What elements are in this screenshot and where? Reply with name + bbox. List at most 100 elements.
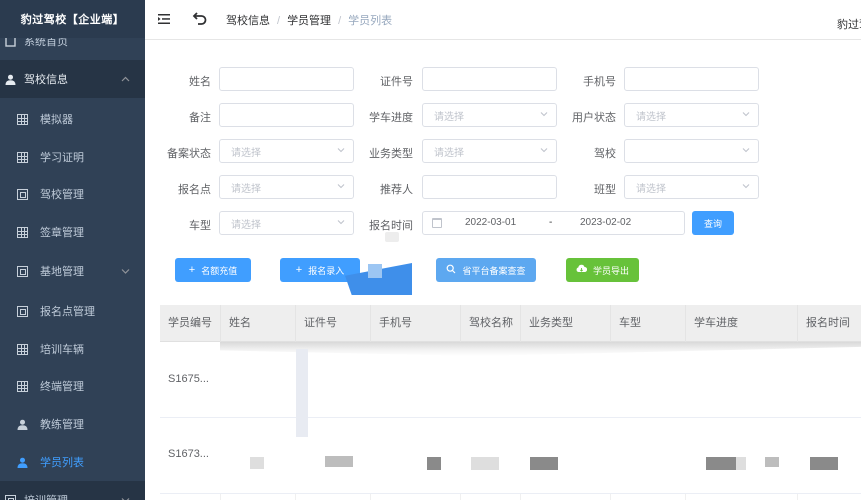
quota-recharge-label: 名额充值 <box>201 265 238 276</box>
referrer-label: 推荐人 <box>380 184 413 196</box>
id-number-input[interactable] <box>422 67 557 91</box>
remark-label: 备注 <box>189 112 211 124</box>
scan-artifact <box>385 232 399 242</box>
chevron-down-icon <box>337 182 345 190</box>
column-header[interactable]: 业务类型 <box>520 305 610 342</box>
phone-input[interactable] <box>624 67 759 91</box>
platform-query-button[interactable]: 省平台备案查查 <box>436 258 536 282</box>
class-select[interactable]: 请选择 <box>624 175 759 199</box>
sidebar-item-school-info[interactable]: 驾校信息 <box>0 60 145 98</box>
column-header[interactable]: 车型 <box>610 305 685 342</box>
hamburger-icon[interactable] <box>158 13 170 25</box>
box-icon <box>16 188 28 200</box>
grid-icon <box>16 380 28 392</box>
chevron-down-icon <box>121 266 130 276</box>
column-header[interactable]: 姓名 <box>220 305 295 342</box>
export-students-button[interactable]: 学员导出 <box>566 258 639 282</box>
overlay-artifact <box>368 264 382 278</box>
progress-select[interactable]: 请选择 <box>422 103 557 127</box>
box-icon <box>16 305 28 317</box>
filing-status-label: 备案状态 <box>167 148 211 160</box>
top-navbar: 驾校信息/学员管理/学员列表 豹过驾 <box>145 0 861 40</box>
car-type-select[interactable]: 请选择 <box>219 211 354 235</box>
sidebar-item-student-list[interactable]: 学员列表 <box>0 443 145 481</box>
quota-recharge-button[interactable]: + 名额充值 <box>175 258 251 282</box>
sidebar-item-label: 培训车辆 <box>40 344 84 356</box>
grid-icon <box>16 226 28 238</box>
select-placeholder: 请选择 <box>434 147 464 159</box>
select-placeholder: 请选择 <box>636 183 666 195</box>
signup-point-select[interactable]: 请选择 <box>219 175 354 199</box>
brand-title: 豹过驾校【企业端】 <box>0 0 145 38</box>
sidebar-item-school-management[interactable]: 驾校管理 <box>0 175 145 213</box>
sidebar-item-study-certificate[interactable]: 学习证明 <box>0 138 145 176</box>
sidebar-item-label: 基地管理 <box>40 266 84 278</box>
sidebar-item-signature[interactable]: 签章管理 <box>0 213 145 251</box>
sidebar-item-label: 签章管理 <box>40 227 84 239</box>
date-start[interactable]: 2022-03-01 <box>465 217 516 228</box>
select-placeholder: 请选择 <box>636 111 666 123</box>
chevron-down-icon <box>337 218 345 226</box>
column-header[interactable]: 报名时间 <box>797 305 861 342</box>
column-header[interactable]: 学车进度 <box>685 305 797 342</box>
box-icon <box>16 265 28 277</box>
student-id: S1673... <box>168 448 209 460</box>
sidebar-item-training[interactable]: 培训管理 <box>0 481 145 500</box>
sidebar-item-label: 学习证明 <box>40 152 84 164</box>
sidebar-item-coach[interactable]: 教练管理 <box>0 405 145 443</box>
sidebar-item-label: 培训管理 <box>24 492 68 500</box>
name-input[interactable] <box>219 67 354 91</box>
referrer-input[interactable] <box>422 175 557 199</box>
sidebar-item-simulator[interactable]: 模拟器 <box>0 100 145 138</box>
signup-date-range[interactable]: 2022-03-01 - 2023-02-02 <box>422 211 685 235</box>
redacted-cell <box>427 457 441 470</box>
progress-label: 学车进度 <box>369 112 413 124</box>
query-button[interactable]: 查询 <box>692 211 734 235</box>
date-end[interactable]: 2023-02-02 <box>580 217 631 228</box>
redacted-cell <box>250 457 264 469</box>
breadcrumb-item[interactable]: 学员管理 <box>287 15 331 27</box>
user-icon <box>16 418 28 430</box>
sidebar-item-signup-point[interactable]: 报名点管理 <box>0 292 145 330</box>
phone-label: 手机号 <box>583 76 616 88</box>
sidebar-item-label: 驾校管理 <box>40 189 84 201</box>
breadcrumb-item[interactable]: 驾校信息 <box>226 15 270 27</box>
grid-icon <box>16 113 28 125</box>
plus-icon: + <box>188 264 196 276</box>
column-header[interactable]: 学员编号 <box>160 305 220 342</box>
grid-icon <box>16 151 28 163</box>
remark-input[interactable] <box>219 103 354 127</box>
class-label: 班型 <box>594 184 616 196</box>
chevron-down-icon <box>540 110 548 118</box>
enroll-label: 报名录入 <box>308 265 345 276</box>
user-status-select[interactable]: 请选择 <box>624 103 759 127</box>
export-students-label: 学员导出 <box>592 265 629 276</box>
sidebar-item-label: 驾校信息 <box>24 74 68 86</box>
signup-time-label: 报名时间 <box>369 220 413 232</box>
sidebar-item-training-vehicles[interactable]: 培训车辆 <box>0 330 145 368</box>
sidebar-item-terminal[interactable]: 终端管理 <box>0 367 145 405</box>
redacted-cell <box>706 457 736 470</box>
user-icon <box>4 73 16 85</box>
sidebar-item-base-management[interactable]: 基地管理 <box>0 252 145 290</box>
user-name[interactable]: 豹过驾 <box>837 16 861 32</box>
school-label: 驾校 <box>594 148 616 160</box>
sidebar-item-label: 终端管理 <box>40 381 84 393</box>
select-placeholder: 请选择 <box>231 183 261 195</box>
breadcrumb: 驾校信息 / 学员管理 / 学员列表 <box>226 15 393 27</box>
filing-status-select[interactable]: 请选择 <box>219 139 354 163</box>
plus-icon: + <box>295 264 303 276</box>
back-icon[interactable] <box>192 10 208 28</box>
business-type-select[interactable]: 请选择 <box>422 139 557 163</box>
redacted-cell <box>296 349 308 437</box>
signup-point-label: 报名点 <box>178 184 211 196</box>
column-header[interactable]: 驾校名称 <box>460 305 520 342</box>
id-label: 证件号 <box>380 76 413 88</box>
column-header[interactable]: 证件号 <box>295 305 370 342</box>
chevron-down-icon <box>742 182 750 190</box>
business-type-label: 业务类型 <box>369 148 413 160</box>
column-header[interactable]: 手机号 <box>370 305 460 342</box>
redacted-cell <box>736 457 746 470</box>
school-select[interactable] <box>624 139 759 163</box>
table-row[interactable]: S1673... <box>160 418 861 494</box>
